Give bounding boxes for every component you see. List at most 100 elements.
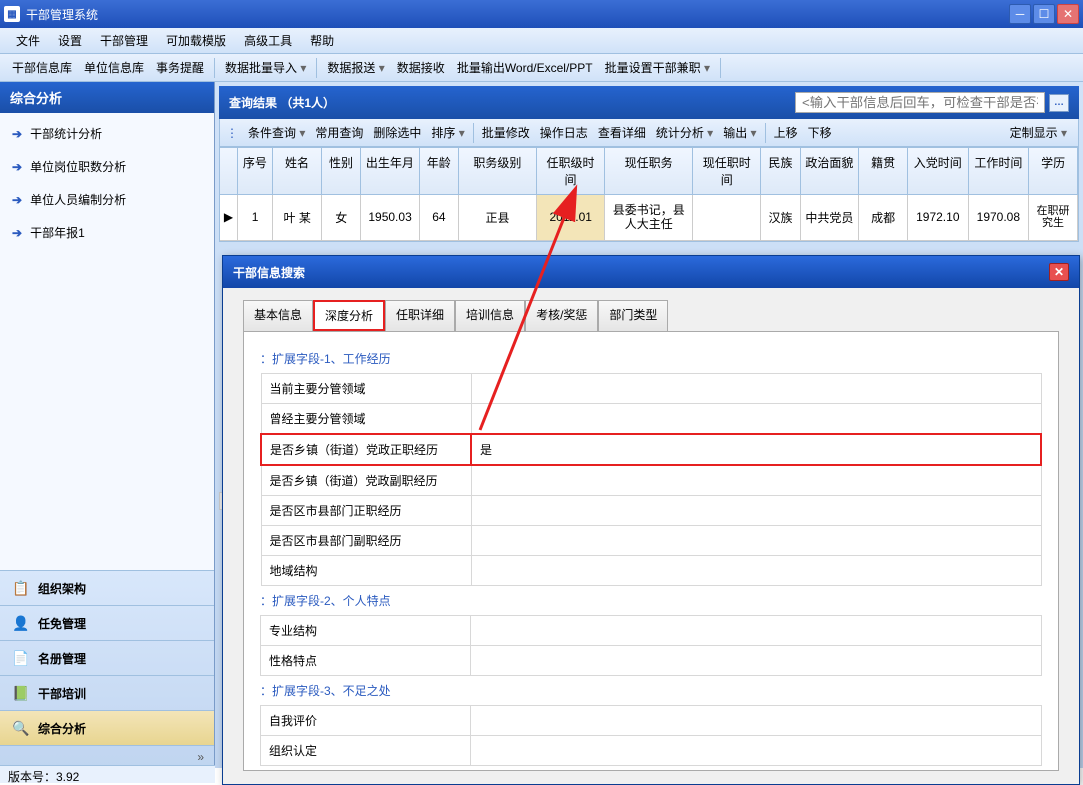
col-rank[interactable]: 职务级别	[459, 148, 537, 195]
qt-moveup[interactable]: 上移	[769, 120, 803, 145]
tab-deep-analysis[interactable]: 深度分析	[313, 300, 385, 331]
nav-org-structure[interactable]: 📋 组织架构	[0, 570, 214, 605]
qt-log[interactable]: 操作日志	[535, 120, 593, 145]
tab-award[interactable]: 考核/奖惩	[525, 300, 598, 331]
search-modal: 干部信息搜索 ✕ 基本信息 深度分析 任职详细 培训信息 考核/奖惩 部门类型 …	[222, 255, 1080, 785]
tab-training[interactable]: 培训信息	[455, 300, 525, 331]
field-county-deputy[interactable]: 是否区市县部门副职经历	[261, 526, 1041, 556]
qt-detail[interactable]: 查看详细	[593, 120, 651, 145]
modal-titlebar: 干部信息搜索 ✕	[223, 256, 1079, 288]
menu-cadre[interactable]: 干部管理	[92, 28, 156, 53]
nav-training[interactable]: 📗 干部培训	[0, 675, 214, 710]
tool-cadre-db[interactable]: 干部信息库	[6, 55, 78, 80]
qt-output[interactable]: 输出	[718, 120, 761, 145]
field-org-eval[interactable]: 组织认定	[261, 736, 1042, 766]
qt-movedown[interactable]: 下移	[803, 120, 837, 145]
close-button[interactable]: ✕	[1057, 4, 1079, 24]
separator	[720, 58, 721, 78]
menu-settings[interactable]: 设置	[50, 28, 90, 53]
maximize-button[interactable]: ☐	[1033, 4, 1055, 24]
tool-data-receive[interactable]: 数据接收	[391, 55, 451, 80]
search-more-button[interactable]: …	[1049, 94, 1069, 112]
qt-common[interactable]: 常用查询	[310, 120, 368, 145]
col-rank-time[interactable]: 任职级时间	[537, 148, 605, 195]
minimize-button[interactable]: ─	[1009, 4, 1031, 24]
col-post-time[interactable]: 现任职时间	[693, 148, 761, 195]
qt-batch-edit[interactable]: 批量修改	[477, 120, 535, 145]
col-native[interactable]: 籍贯	[859, 148, 908, 195]
col-selector[interactable]	[220, 148, 238, 195]
field-region[interactable]: 地域结构	[261, 556, 1041, 586]
col-name[interactable]: 姓名	[273, 148, 322, 195]
col-ethnic[interactable]: 民族	[761, 148, 800, 195]
arrow-icon: ➔	[12, 193, 22, 207]
field-township-chief[interactable]: 是否乡镇（街道）党政正职经历是	[261, 434, 1041, 465]
qt-condition[interactable]: 条件查询	[243, 120, 310, 145]
nav-roster[interactable]: 📄 名册管理	[0, 640, 214, 675]
sidebar-header: 综合分析	[0, 82, 214, 113]
cell-rank-time: 2011.01	[537, 195, 605, 241]
col-birth[interactable]: 出生年月	[361, 148, 420, 195]
cell-index: 1	[238, 195, 273, 241]
qt-delete[interactable]: 删除选中	[368, 120, 426, 145]
tool-unit-db[interactable]: 单位信息库	[78, 55, 150, 80]
menu-advanced[interactable]: 高级工具	[236, 28, 300, 53]
qt-sort[interactable]: 排序	[426, 120, 469, 145]
tool-batch-import[interactable]: 数据批量导入	[219, 55, 312, 80]
nav-cadre-stats[interactable]: ➔ 干部统计分析	[0, 117, 214, 150]
tab-dept-type[interactable]: 部门类型	[598, 300, 668, 331]
field-specialty[interactable]: 专业结构	[261, 616, 1042, 646]
qt-custom-display[interactable]: 定制显示	[1005, 120, 1072, 145]
arrow-icon: ➔	[12, 226, 22, 240]
col-party-time[interactable]: 入党时间	[908, 148, 969, 195]
field-current-domain[interactable]: 当前主要分管领域	[261, 374, 1041, 404]
window-title: 干部管理系统	[26, 6, 1009, 23]
search-input[interactable]	[795, 92, 1045, 113]
nav-appointment[interactable]: 👤 任免管理	[0, 605, 214, 640]
nav-btm-label: 干部培训	[38, 685, 86, 702]
tab-post-detail[interactable]: 任职详细	[385, 300, 455, 331]
tool-tasks[interactable]: 事务提醒	[150, 55, 210, 80]
col-political[interactable]: 政治面貌	[801, 148, 860, 195]
nav-annual-report[interactable]: ➔ 干部年报1	[0, 216, 214, 249]
field-past-domain[interactable]: 曾经主要分管领域	[261, 404, 1041, 435]
table-row[interactable]: ▶ 1 叶 某 女 1950.03 64 正县 2011.01 县委书记，县人大…	[220, 195, 1078, 241]
nav-analysis[interactable]: 🔍 综合分析	[0, 710, 214, 745]
statusbar: 版本号：3.92	[0, 765, 215, 783]
tool-data-submit[interactable]: 数据报送	[321, 55, 390, 80]
cell-post-time	[693, 195, 761, 241]
cell-native: 成都	[859, 195, 908, 241]
arrow-icon: ➔	[12, 160, 22, 174]
cell-party-time: 1972.10	[908, 195, 969, 241]
col-index[interactable]: 序号	[238, 148, 273, 195]
field-personality[interactable]: 性格特点	[261, 646, 1042, 676]
menu-help[interactable]: 帮助	[302, 28, 342, 53]
col-education[interactable]: 学历	[1029, 148, 1078, 195]
nav-unit-post[interactable]: ➔ 单位岗位职数分析	[0, 150, 214, 183]
modal-tabs: 基本信息 深度分析 任职详细 培训信息 考核/奖惩 部门类型	[243, 300, 1059, 331]
separator	[214, 58, 215, 78]
tab-basic[interactable]: 基本信息	[243, 300, 313, 331]
modal-close-button[interactable]: ✕	[1049, 263, 1069, 281]
field-township-deputy[interactable]: 是否乡镇（街道）党政副职经历	[261, 465, 1041, 496]
field-county-chief[interactable]: 是否区市县部门正职经历	[261, 496, 1041, 526]
field-self-eval[interactable]: 自我评价	[261, 706, 1042, 736]
fields-1: 当前主要分管领域 曾经主要分管领域 是否乡镇（街道）党政正职经历是 是否乡镇（街…	[260, 373, 1042, 586]
analysis-icon: 🔍	[12, 719, 30, 737]
col-current-post[interactable]: 现任职务	[605, 148, 693, 195]
org-icon: 📋	[12, 579, 30, 597]
col-gender[interactable]: 性别	[322, 148, 361, 195]
menu-file[interactable]: 文件	[8, 28, 48, 53]
section-1: ：扩展字段-1、工作经历	[260, 344, 1042, 373]
tool-batch-parttime[interactable]: 批量设置干部兼职	[599, 55, 716, 80]
cell-name: 叶 某	[273, 195, 322, 241]
tool-batch-export[interactable]: 批量输出Word/Excel/PPT	[451, 55, 599, 80]
col-age[interactable]: 年龄	[420, 148, 459, 195]
qt-stats[interactable]: 统计分析	[651, 120, 718, 145]
sidebar-nav-bottom: 📋 组织架构 👤 任免管理 📄 名册管理 📗 干部培训 🔍 综合分析 »	[0, 570, 214, 768]
cell-gender: 女	[322, 195, 361, 241]
nav-unit-staff[interactable]: ➔ 单位人员编制分析	[0, 183, 214, 216]
col-work-time[interactable]: 工作时间	[969, 148, 1030, 195]
menu-template[interactable]: 可加载模版	[158, 28, 234, 53]
appointment-icon: 👤	[12, 614, 30, 632]
